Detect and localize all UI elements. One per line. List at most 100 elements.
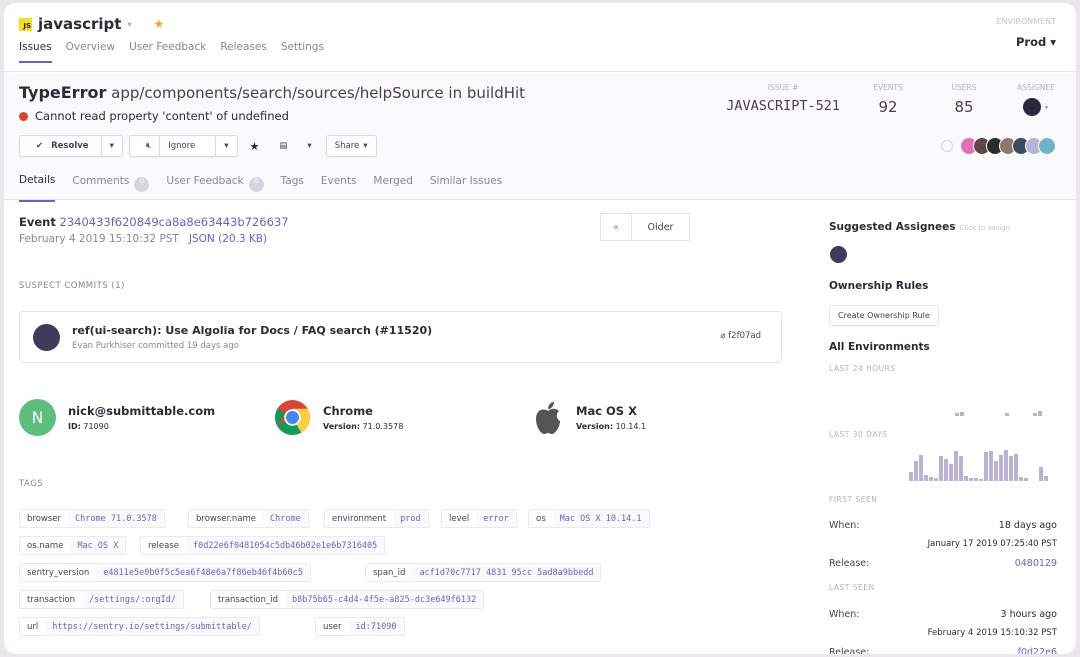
avatar[interactable] xyxy=(830,246,847,263)
tag-pill[interactable]: url https://sentry.io/settings/submittabl… xyxy=(19,617,260,636)
chart-bar xyxy=(1014,454,1018,481)
event-id-row: Event 2340433f620849ca8a8e63443b726637 xyxy=(19,215,289,229)
tab-details[interactable]: Details xyxy=(19,174,56,202)
tag-key: transaction_id xyxy=(218,594,279,605)
tab-merged[interactable]: Merged xyxy=(373,174,412,202)
tab-tags[interactable]: Tags xyxy=(281,174,304,202)
suspect-commit: ref(ui-search): Use Algolia for Docs / F… xyxy=(19,311,782,363)
bookmark-icon[interactable]: ★ xyxy=(153,17,164,31)
first-seen-label: FIRST SEEN xyxy=(829,495,878,504)
nav-releases[interactable]: Releases xyxy=(220,41,267,63)
tag-pill[interactable]: sentry_version e4811e5e0b0f5c5ea6f48e6a7f… xyxy=(19,563,311,582)
chart-bar xyxy=(1033,413,1037,416)
chart-bar xyxy=(954,451,958,481)
environment-selector[interactable]: Prod ▾ xyxy=(1016,35,1056,49)
tab-comments[interactable]: Comments 0 xyxy=(72,174,150,202)
release-link[interactable]: 0480129 xyxy=(1015,558,1057,569)
tag-pill[interactable]: span_id acf1d70c7717 4831 95cc 5ad8a9bbed… xyxy=(365,563,602,582)
tag-pill[interactable]: transaction/settings/:orgId/ xyxy=(19,590,185,609)
project-selector[interactable]: JS javascript ▾ ★ xyxy=(19,15,164,33)
tag-pill[interactable]: environment prod xyxy=(324,509,429,528)
context-sub-value: 71090 xyxy=(83,422,109,431)
tab-similar-issues[interactable]: Similar Issues xyxy=(430,174,502,202)
ignore-dropdown[interactable]: ▾ xyxy=(215,136,236,156)
avatar xyxy=(33,324,60,351)
issue-header: TypeError app/components/search/sources/… xyxy=(4,73,1076,202)
resolve-button[interactable]: ✔ Resolve ▾ xyxy=(19,135,123,157)
release-label: Release: xyxy=(829,558,870,569)
tag-key: level xyxy=(449,513,470,524)
tag-key: os.name xyxy=(27,540,64,551)
chart-bar xyxy=(934,478,938,481)
suggested-hint: Click to assign xyxy=(959,224,1011,232)
chart-bar xyxy=(960,412,964,416)
tag-value: e4811e5e0b0f5c5ea6f48e6a7f86eb46f4b60c5 xyxy=(96,564,310,581)
tag-pill[interactable]: transaction_id b8b75b65-c4d4-4f5e-a825-dc… xyxy=(210,590,485,609)
tags-heading: TAGS xyxy=(19,479,44,489)
last-seen-relative: 3 hours ago xyxy=(1000,609,1057,620)
json-link[interactable]: JSON (20.3 KB) xyxy=(189,233,267,245)
more-actions-button[interactable]: ▤ ▾ xyxy=(271,135,319,157)
release-label: Release: xyxy=(829,647,870,654)
bookmark-star-icon[interactable]: ★ xyxy=(250,140,260,153)
chart-bar xyxy=(949,464,953,481)
stat-label: ISSUE # xyxy=(767,83,799,92)
chrome-icon xyxy=(275,400,310,435)
tag-pill[interactable]: level error xyxy=(441,509,517,528)
issue-actions: ✔ Resolve ▾ 🔇︎ Ignore ▾ ★ ▤ ▾ Share ▾ xyxy=(19,135,377,157)
app-window: JS javascript ▾ ★ Issues Overview User F… xyxy=(4,3,1076,654)
share-button[interactable]: Share ▾ xyxy=(325,135,377,157)
resolve-main: ✔ Resolve xyxy=(20,136,97,156)
chart-bar xyxy=(974,478,978,481)
commit-sha[interactable]: ⌀ f2f07ad xyxy=(720,331,761,341)
resolve-dropdown[interactable]: ▾ xyxy=(100,136,122,156)
nav-overview[interactable]: Overview xyxy=(66,41,115,63)
chevron-down-icon: ▾ xyxy=(1044,102,1049,112)
stat-label: USERS xyxy=(951,83,977,92)
older-button[interactable]: Older xyxy=(632,213,690,241)
commit-message[interactable]: ref(ui-search): Use Algolia for Docs / F… xyxy=(72,324,432,337)
context-sub-label: Version: xyxy=(576,422,614,431)
tag-key: transaction xyxy=(27,594,76,605)
chart-bar xyxy=(1044,476,1048,481)
chart-bar xyxy=(914,461,918,481)
tag-pill[interactable]: user id:71090 xyxy=(315,617,405,636)
last-24-hours-label: LAST 24 HOURS xyxy=(829,364,896,373)
last-seen-date: February 4 2019 15:10:32 PST xyxy=(927,628,1057,638)
tag-value: Mac OS X xyxy=(70,537,126,554)
tag-pill[interactable]: release f0d22e6f0481054c5db46b02e1e6b7316… xyxy=(140,536,386,555)
newer-button[interactable]: « xyxy=(600,213,632,241)
nav-issues[interactable]: Issues xyxy=(19,41,52,63)
tag-pill[interactable]: os Mac OS X 10.14.1 xyxy=(528,509,650,528)
event-label: Event xyxy=(19,215,56,229)
tag-value: /settings/:orgId/ xyxy=(82,591,184,608)
tab-user-feedback[interactable]: User Feedback 0 xyxy=(166,174,264,202)
last-24-hours-chart xyxy=(843,386,1053,416)
chart-bar xyxy=(909,472,913,481)
chart-bar xyxy=(1039,467,1043,481)
create-ownership-rule-button[interactable]: Create Ownership Rule xyxy=(829,305,939,326)
first-seen-date: January 17 2019 07:25:40 PST xyxy=(927,539,1057,549)
tag-pill[interactable]: browser.name Chrome xyxy=(188,509,309,528)
stat-assignee[interactable]: ASSIGNEE ▾ xyxy=(1012,83,1060,116)
participants xyxy=(941,137,1056,155)
event-id-link[interactable]: 2340433f620849ca8a8e63443b726637 xyxy=(60,215,289,229)
assignee-selector[interactable]: ▾ xyxy=(1012,92,1060,116)
more-dropdown[interactable]: ▾ xyxy=(299,135,319,157)
avatar[interactable] xyxy=(1038,137,1056,155)
tab-events[interactable]: Events xyxy=(321,174,357,202)
nav-settings[interactable]: Settings xyxy=(281,41,324,63)
release-link[interactable]: f0d22e6 xyxy=(1018,647,1057,654)
tag-value: id:71090 xyxy=(348,618,404,635)
environment-value: Prod xyxy=(1015,35,1047,49)
stat-value: 85 xyxy=(954,98,974,116)
ignore-button[interactable]: 🔇︎ Ignore ▾ xyxy=(128,135,238,157)
watch-icon[interactable] xyxy=(941,140,953,152)
tag-pill[interactable]: browser Chrome 71.0.3578 xyxy=(19,509,165,528)
chart-bar xyxy=(1009,456,1013,481)
tag-pill[interactable]: os.name Mac OS X xyxy=(19,536,127,555)
stat-value[interactable]: JAVASCRIPT-521 xyxy=(726,98,840,114)
tab-label: Details xyxy=(19,174,56,186)
nav-user-feedback[interactable]: User Feedback xyxy=(129,41,206,63)
tag-key: browser xyxy=(27,513,62,524)
